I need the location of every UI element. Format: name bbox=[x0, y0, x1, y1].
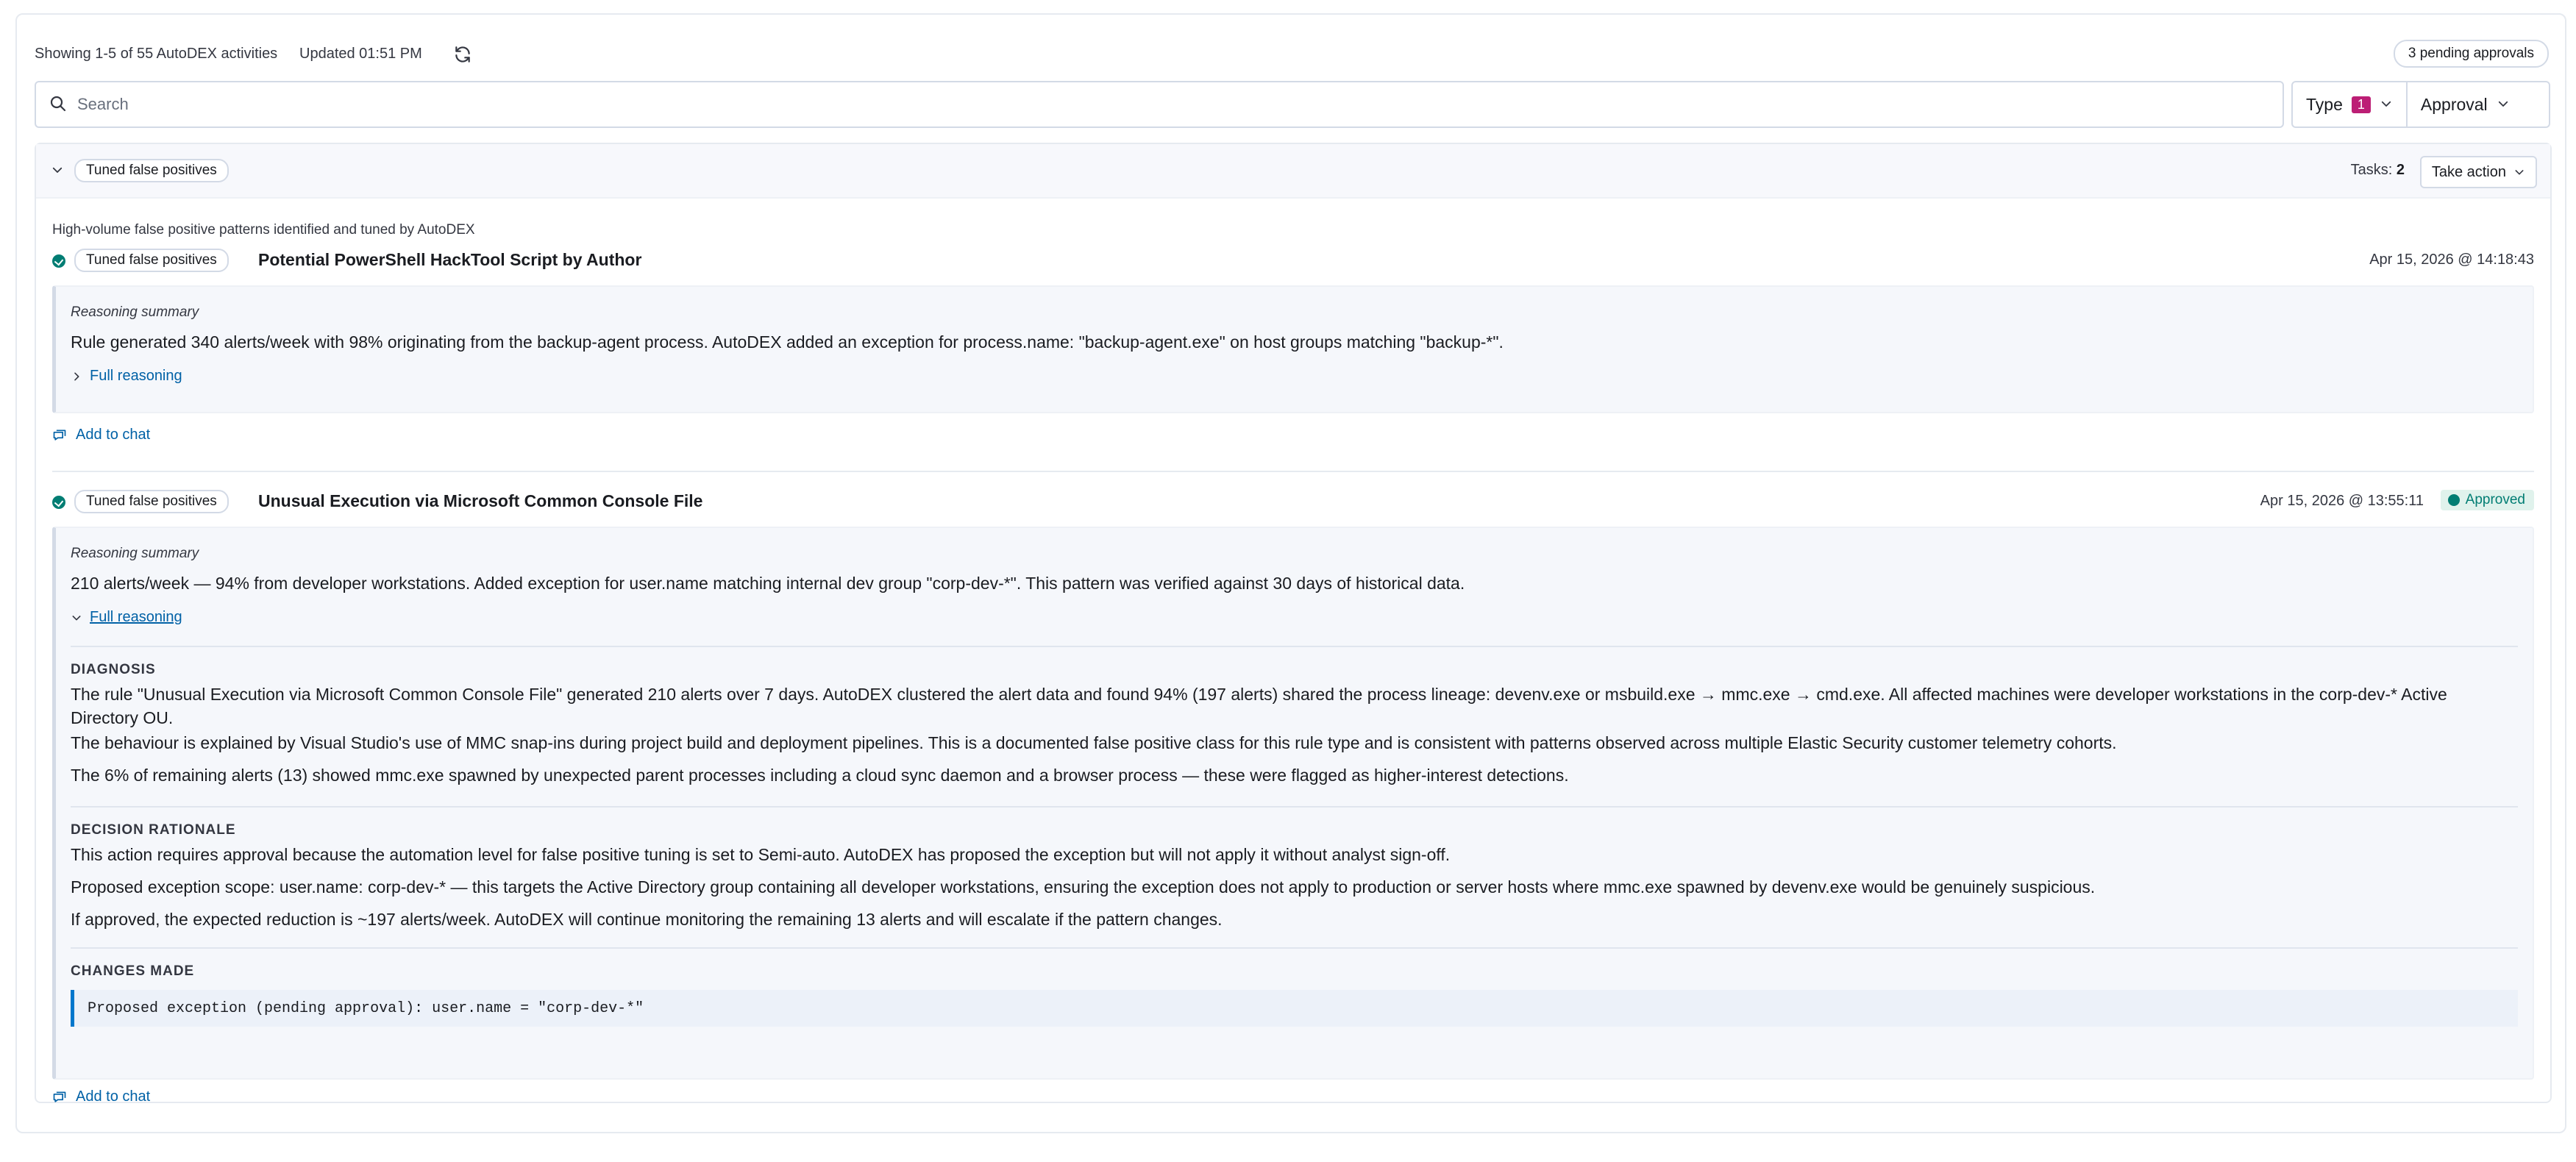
chevron-down-icon[interactable] bbox=[51, 163, 64, 180]
chevron-down-icon bbox=[2497, 95, 2510, 115]
group-description: High-volume false positive patterns iden… bbox=[52, 222, 475, 238]
group-header: Tuned false positives Tasks: 2 Take acti… bbox=[36, 144, 2550, 199]
item-divider bbox=[52, 471, 2534, 472]
approval-filter-label: Approval bbox=[2420, 94, 2488, 114]
rationale-title: DECISION RATIONALE bbox=[71, 822, 236, 838]
item-title[interactable]: Potential PowerShell HackTool Script by … bbox=[258, 250, 641, 270]
check-circle-icon bbox=[52, 254, 65, 268]
changes-code-block: Proposed exception (pending approval): u… bbox=[71, 990, 2518, 1027]
group-label-pill: Tuned false positives bbox=[74, 159, 229, 182]
status-badge: Approved bbox=[2440, 490, 2534, 510]
activity-count: Showing 1-5 of 55 AutoDEX activities bbox=[35, 46, 278, 62]
changes-title: CHANGES MADE bbox=[71, 963, 195, 979]
type-filter-count: 1 bbox=[2351, 96, 2371, 113]
rationale-paragraph: Proposed exception scope: user.name: cor… bbox=[71, 877, 2096, 897]
reasoning-summary-label: Reasoning summary bbox=[71, 546, 199, 561]
item-tag-pill: Tuned false positives bbox=[74, 490, 229, 513]
full-reasoning-label: Full reasoning bbox=[90, 609, 182, 625]
approval-filter-button[interactable]: Approval bbox=[2405, 82, 2523, 126]
type-filter-button[interactable]: Type 1 bbox=[2293, 82, 2406, 126]
filter-group: Type 1 Approval bbox=[2291, 81, 2550, 128]
full-reasoning-toggle[interactable]: Full reasoning bbox=[71, 609, 182, 626]
status-label: Approved bbox=[2465, 492, 2525, 507]
rationale-paragraph: If approved, the expected reduction is ~… bbox=[71, 910, 1223, 929]
refresh-icon[interactable] bbox=[449, 41, 476, 68]
chat-icon bbox=[53, 429, 66, 441]
item-tag-pill: Tuned false positives bbox=[74, 249, 229, 272]
item-timestamp: Apr 15, 2026 @ 13:55:11 bbox=[2260, 493, 2424, 509]
full-reasoning-label: Full reasoning bbox=[90, 368, 182, 384]
updated-time: Updated 01:51 PM bbox=[299, 46, 422, 62]
reasoning-summary-text: 210 alerts/week — 94% from developer wor… bbox=[71, 574, 1465, 593]
chevron-down-icon bbox=[2380, 95, 2393, 115]
chevron-down-icon bbox=[72, 615, 81, 620]
take-action-label: Take action bbox=[2431, 163, 2506, 180]
chevron-right-icon bbox=[74, 372, 79, 380]
tasks-number: 2 bbox=[2396, 162, 2405, 178]
activity-item-header[interactable]: Tuned false positives Unusual Execution … bbox=[52, 488, 2534, 515]
diagnosis-title: DIAGNOSIS bbox=[71, 662, 156, 677]
take-action-button[interactable]: Take action bbox=[2419, 156, 2537, 188]
add-to-chat-button[interactable]: Add to chat bbox=[52, 1088, 150, 1105]
activities-panel: Showing 1-5 of 55 AutoDEX activities Upd… bbox=[15, 13, 2566, 1133]
rationale-paragraph: This action requires approval because th… bbox=[71, 845, 1451, 864]
diagnosis-paragraph: The rule "Unusual Execution via Microsof… bbox=[71, 685, 2447, 727]
check-circle-icon bbox=[2447, 494, 2460, 506]
reasoning-summary-label: Reasoning summary bbox=[71, 304, 199, 320]
reasoning-box: Reasoning summary 210 alerts/week — 94% … bbox=[52, 527, 2534, 1080]
add-to-chat-button[interactable]: Add to chat bbox=[52, 427, 150, 443]
tasks-count: Tasks: 2 bbox=[2351, 162, 2405, 179]
add-to-chat-label: Add to chat bbox=[76, 427, 151, 443]
add-to-chat-label: Add to chat bbox=[76, 1088, 151, 1105]
chat-icon bbox=[53, 1091, 66, 1102]
section-divider bbox=[71, 646, 2518, 647]
search-icon bbox=[49, 95, 67, 116]
type-filter-label: Type bbox=[2306, 94, 2343, 114]
chevron-down-icon bbox=[2515, 170, 2524, 175]
item-timestamp: Apr 15, 2026 @ 14:18:43 bbox=[2369, 252, 2534, 268]
pending-approvals-badge[interactable]: 3 pending approvals bbox=[2393, 40, 2549, 68]
check-circle-icon bbox=[52, 496, 65, 509]
diagnosis-paragraph: The behaviour is explained by Visual Stu… bbox=[71, 733, 2117, 752]
tasks-label: Tasks: bbox=[2350, 162, 2393, 178]
reasoning-box: Reasoning summary Rule generated 340 ale… bbox=[52, 285, 2534, 413]
reasoning-summary-text: Rule generated 340 alerts/week with 98% … bbox=[71, 332, 1504, 352]
full-reasoning-toggle[interactable]: Full reasoning bbox=[71, 368, 182, 385]
activity-group: Tuned false positives Tasks: 2 Take acti… bbox=[35, 143, 2552, 1105]
search-box bbox=[35, 81, 2284, 128]
section-divider bbox=[71, 806, 2518, 808]
activity-item-header[interactable]: Tuned false positives Potential PowerShe… bbox=[52, 247, 2534, 274]
section-divider bbox=[71, 947, 2518, 949]
search-input[interactable] bbox=[76, 90, 2271, 119]
diagnosis-paragraph: The 6% of remaining alerts (13) showed m… bbox=[71, 766, 1569, 785]
toolbar: Showing 1-5 of 55 AutoDEX activities Upd… bbox=[17, 35, 2565, 74]
item-title[interactable]: Unusual Execution via Microsoft Common C… bbox=[258, 491, 702, 511]
